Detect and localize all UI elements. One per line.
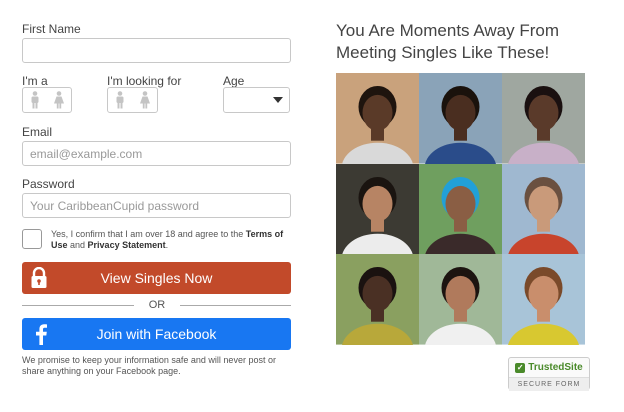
confirm-text: Yes, I confirm that I am over 18 and agr… (51, 229, 291, 251)
single-photo-7 (336, 254, 419, 345)
portrait-image (502, 163, 585, 255)
chevron-down-icon (273, 97, 283, 103)
seeking-label: I'm looking for (107, 74, 182, 88)
seeking-female-option[interactable] (133, 88, 158, 112)
male-icon (31, 91, 39, 109)
confirm-suffix: . (165, 240, 169, 250)
single-photo-9 (502, 254, 585, 345)
first-name-label: First Name (22, 22, 81, 36)
portrait-image (419, 163, 502, 255)
portrait-image (419, 73, 502, 164)
password-label: Password (22, 177, 75, 191)
trustedsite-subtitle: SECURE FORM (509, 377, 589, 391)
confirm-checkbox[interactable] (22, 229, 42, 249)
female-icon (139, 91, 150, 109)
divider-left (22, 305, 134, 306)
male-icon (116, 91, 124, 109)
age-select[interactable] (223, 87, 290, 113)
view-singles-button[interactable]: View Singles Now (22, 262, 291, 294)
view-singles-label: View Singles Now (100, 270, 213, 286)
portrait-image (336, 73, 419, 164)
divider-right (180, 305, 291, 306)
promo-headline: You Are Moments Away From Meeting Single… (336, 21, 559, 62)
confirm-and: and (67, 240, 88, 250)
seeking-male-option[interactable] (108, 88, 133, 112)
password-field[interactable]: Your CaribbeanCupid password (22, 193, 291, 218)
portrait-image (336, 163, 419, 255)
trustedsite-title: TrustedSite (528, 362, 583, 373)
privacy-link[interactable]: Privacy Statement (88, 240, 166, 250)
single-photo-4 (336, 163, 419, 255)
facebook-icon (36, 324, 47, 345)
gender-label: I'm a (22, 74, 48, 88)
facebook-button[interactable]: Join with Facebook (22, 318, 291, 350)
facebook-label: Join with Facebook (96, 326, 217, 342)
or-text: OR (148, 299, 166, 311)
seeking-selector (107, 87, 158, 113)
age-label: Age (223, 74, 245, 88)
portrait-image (502, 254, 585, 345)
single-photo-6 (502, 163, 585, 255)
email-label: Email (22, 125, 53, 139)
single-photo-8 (419, 254, 502, 345)
female-icon (54, 91, 64, 109)
gender-selector (22, 87, 72, 113)
single-photo-5 (419, 163, 502, 255)
checkmark-icon: ✓ (515, 362, 526, 373)
trustedsite-badge[interactable]: ✓ TrustedSite SECURE FORM (508, 357, 590, 391)
portrait-image (419, 254, 502, 345)
male-option[interactable] (23, 88, 47, 112)
female-option[interactable] (47, 88, 71, 112)
lock-icon (31, 267, 47, 288)
single-photo-2 (419, 73, 502, 164)
email-field[interactable]: email@example.com (22, 141, 291, 166)
privacy-promise: We promise to keep your information safe… (22, 355, 276, 376)
single-photo-3 (502, 73, 585, 164)
confirm-prefix: Yes, I confirm that I am over 18 and agr… (51, 229, 246, 239)
singles-photo-grid (336, 73, 585, 345)
first-name-input[interactable] (22, 38, 291, 63)
portrait-image (336, 254, 419, 345)
portrait-image (502, 73, 585, 164)
single-photo-1 (336, 73, 419, 164)
